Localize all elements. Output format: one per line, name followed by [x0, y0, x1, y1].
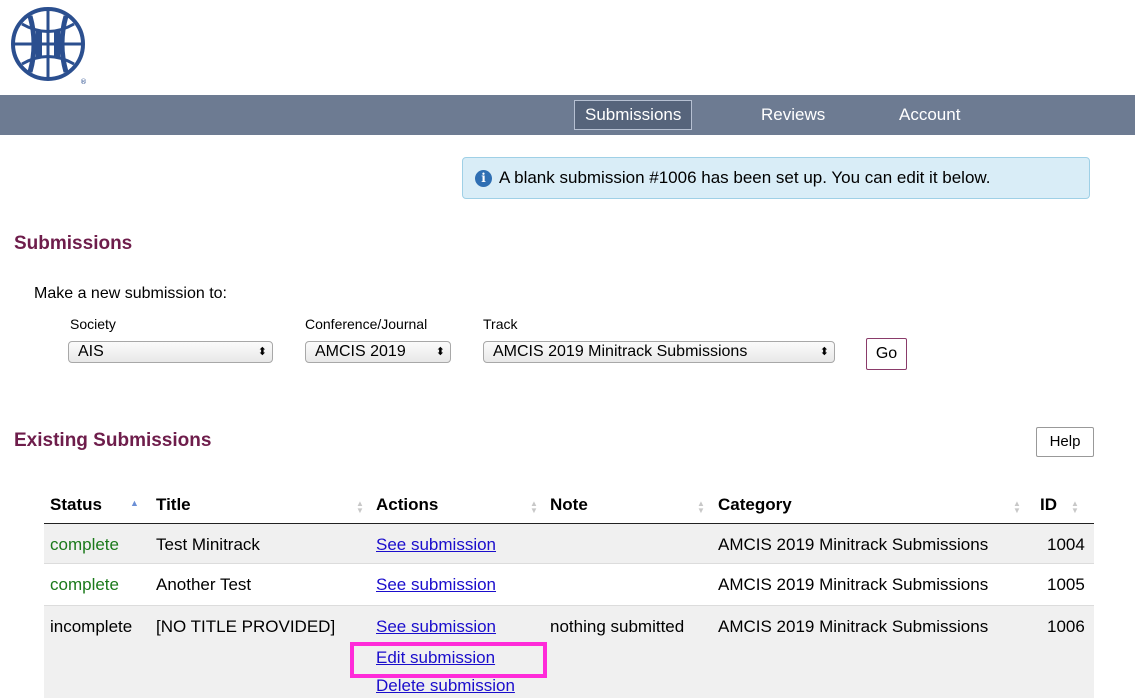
- note-cell: nothing submitted: [550, 617, 685, 636]
- sort-icon: ▲ ▼: [356, 499, 364, 515]
- help-button[interactable]: Help: [1036, 427, 1094, 457]
- table-row: incomplete [NO TITLE PROVIDED] See submi…: [44, 606, 1094, 698]
- select-arrows-icon: ⬍: [257, 346, 267, 358]
- go-button[interactable]: Go: [866, 338, 907, 370]
- table-row: complete Test Minitrack See submission A…: [44, 524, 1094, 564]
- society-label: Society: [70, 316, 116, 332]
- category-cell: AMCIS 2019 Minitrack Submissions: [718, 575, 989, 594]
- svg-text:®: ®: [80, 78, 87, 86]
- category-cell: AMCIS 2019 Minitrack Submissions: [718, 617, 989, 636]
- track-select[interactable]: AMCIS 2019 Minitrack Submissions ⬍: [483, 341, 835, 363]
- nav-tab-reviews[interactable]: Reviews: [761, 101, 825, 129]
- id-cell: 1005: [1047, 575, 1085, 594]
- society-select-value: AIS: [78, 343, 104, 360]
- column-header-status[interactable]: Status: [50, 486, 102, 524]
- select-arrows-icon: ⬍: [819, 346, 829, 358]
- society-select[interactable]: AIS ⬍: [68, 341, 273, 363]
- conference-label: Conference/Journal: [305, 316, 428, 332]
- title-cell: Another Test: [156, 575, 252, 594]
- sort-icon: ▲ ▼: [1013, 499, 1021, 515]
- sort-icon: ▲ ▼: [697, 499, 705, 515]
- society-logo: ®: [11, 7, 87, 86]
- nav-tab-submissions[interactable]: Submissions: [574, 100, 693, 130]
- sort-icon: ▲ ▼: [530, 499, 538, 515]
- status-cell: complete: [50, 535, 119, 554]
- title-cell: [NO TITLE PROVIDED]: [156, 617, 336, 636]
- alert-message: A blank submission #1006 has been set up…: [499, 168, 991, 187]
- id-cell: 1006: [1047, 617, 1085, 636]
- see-submission-link[interactable]: See submission: [376, 617, 496, 637]
- sort-ascending-icon: ▲: [130, 498, 139, 508]
- column-header-category[interactable]: Category: [718, 486, 792, 524]
- top-nav-bar: Submissions Reviews Account: [0, 95, 1135, 135]
- info-icon: i: [475, 170, 492, 187]
- column-header-id[interactable]: ID: [1040, 486, 1057, 524]
- sort-icon: ▲ ▼: [1071, 499, 1079, 515]
- id-cell: 1004: [1047, 535, 1085, 554]
- column-header-title[interactable]: Title: [156, 486, 191, 524]
- track-select-value: AMCIS 2019 Minitrack Submissions: [493, 343, 748, 360]
- title-cell: Test Minitrack: [156, 535, 260, 554]
- see-submission-link[interactable]: See submission: [376, 535, 496, 555]
- track-label: Track: [483, 316, 518, 332]
- category-cell: AMCIS 2019 Minitrack Submissions: [718, 535, 989, 554]
- select-arrows-icon: ⬍: [435, 346, 445, 358]
- nav-tab-account[interactable]: Account: [899, 101, 960, 129]
- submissions-heading: Submissions: [14, 233, 133, 254]
- see-submission-link[interactable]: See submission: [376, 575, 496, 595]
- delete-submission-link[interactable]: Delete submission: [376, 676, 515, 696]
- column-header-note[interactable]: Note: [550, 486, 588, 524]
- existing-submissions-heading: Existing Submissions: [14, 430, 212, 451]
- conference-select[interactable]: AMCIS 2019 ⬍: [305, 341, 451, 363]
- status-cell: complete: [50, 575, 119, 594]
- table-row: complete Another Test See submission AMC…: [44, 564, 1094, 606]
- status-cell: incomplete: [50, 617, 133, 636]
- info-alert: i A blank submission #1006 has been set …: [462, 157, 1090, 199]
- column-header-actions[interactable]: Actions: [376, 486, 438, 524]
- conference-select-value: AMCIS 2019: [315, 343, 406, 360]
- highlight-box: [350, 642, 547, 678]
- new-submission-label: Make a new submission to:: [34, 285, 227, 302]
